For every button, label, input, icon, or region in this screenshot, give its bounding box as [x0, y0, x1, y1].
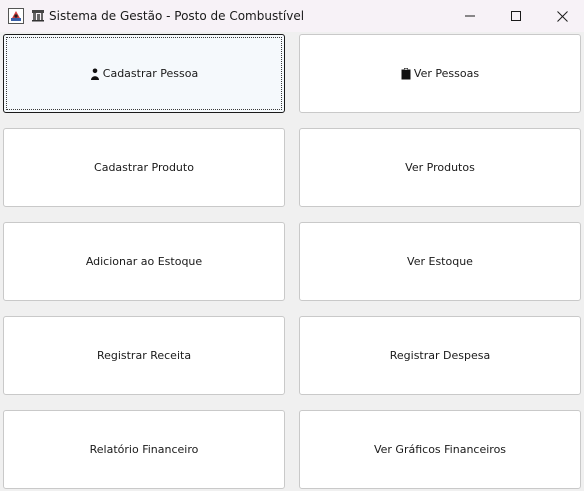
ver-pessoas-label: Ver Pessoas [413, 67, 480, 80]
registrar-receita-label: Registrar Receita [96, 349, 192, 362]
ver-produtos-button[interactable]: Ver Produtos [299, 128, 581, 207]
minimize-button[interactable] [447, 0, 493, 32]
maximize-button[interactable] [493, 0, 539, 32]
ver-graficos-financeiros-button[interactable]: Ver Gráficos Financeiros [299, 410, 581, 489]
maximize-icon [511, 11, 521, 21]
relatorio-financeiro-label: Relatório Financeiro [89, 443, 199, 456]
relatorio-financeiro-button[interactable]: Relatório Financeiro [3, 410, 285, 489]
registrar-receita-button[interactable]: Registrar Receita [3, 316, 285, 395]
cadastrar-produto-label: Cadastrar Produto [94, 161, 194, 174]
person-icon [90, 68, 99, 80]
fuel-station-icon [32, 10, 44, 22]
ver-pessoas-button[interactable]: Ver Pessoas [299, 34, 581, 113]
ver-graficos-financeiros-label: Ver Gráficos Financeiros [373, 443, 507, 456]
clipboard-icon [401, 67, 411, 79]
adicionar-estoque-label: Adicionar ao Estoque [85, 255, 203, 268]
java-app-icon [8, 8, 24, 24]
minimize-icon [465, 15, 475, 17]
ver-estoque-button[interactable]: Ver Estoque [299, 222, 581, 301]
registrar-despesa-label: Registrar Despesa [389, 349, 491, 362]
adicionar-estoque-button[interactable]: Adicionar ao Estoque [3, 222, 285, 301]
close-button[interactable] [539, 0, 584, 32]
ver-estoque-label: Ver Estoque [407, 255, 473, 268]
app-window: Sistema de Gestão - Posto de Combustível [0, 0, 584, 491]
button-grid: Cadastrar Pessoa Ver Pessoas Cadastrar P… [0, 32, 584, 491]
close-icon [556, 10, 568, 22]
title-bar[interactable]: Sistema de Gestão - Posto de Combustível [0, 0, 584, 32]
cadastrar-pessoa-label: Cadastrar Pessoa [102, 67, 199, 80]
ver-produtos-label: Ver Produtos [405, 161, 475, 174]
window-title: Sistema de Gestão - Posto de Combustível [49, 9, 305, 23]
registrar-despesa-button[interactable]: Registrar Despesa [299, 316, 581, 395]
cadastrar-produto-button[interactable]: Cadastrar Produto [3, 128, 285, 207]
cadastrar-pessoa-button[interactable]: Cadastrar Pessoa [3, 34, 285, 113]
